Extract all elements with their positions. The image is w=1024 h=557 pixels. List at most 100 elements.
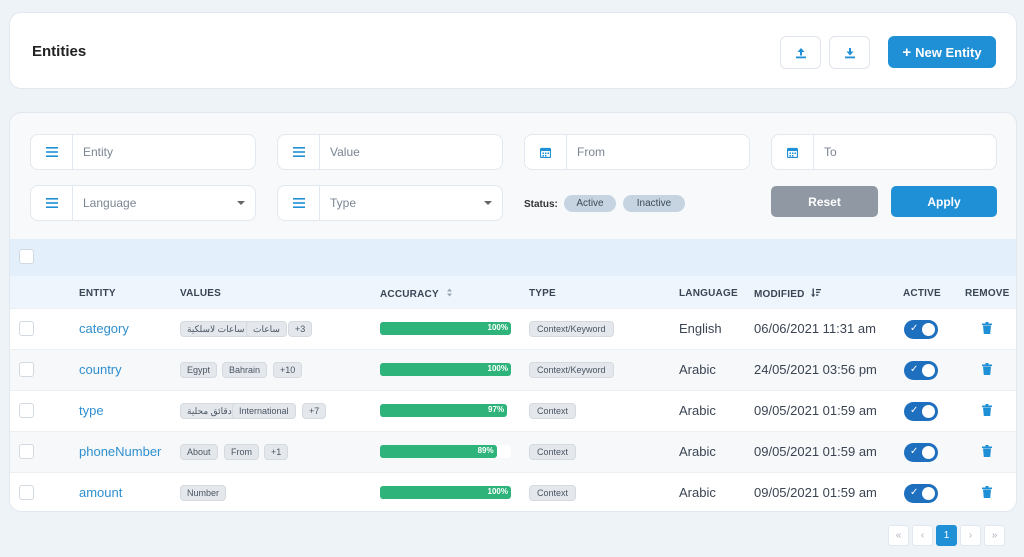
value-filter[interactable]: Value: [277, 134, 503, 170]
entity-link[interactable]: category: [79, 321, 129, 336]
table-row[interactable]: phoneNumber About From +1 89% Context Ar…: [10, 431, 1016, 472]
new-entity-label: New Entity: [915, 44, 982, 60]
from-input[interactable]: From: [567, 145, 749, 159]
header-accuracy[interactable]: ACCURACY: [380, 288, 453, 300]
active-toggle[interactable]: ✓: [904, 402, 938, 421]
new-entity-button[interactable]: + New Entity: [888, 36, 996, 68]
toggle-knob: [922, 323, 935, 336]
to-date-filter[interactable]: To: [771, 134, 997, 170]
language-cell: Arabic: [679, 485, 716, 500]
type-chip: Context: [529, 485, 577, 501]
accuracy-bar-fill: 100%: [380, 486, 511, 499]
download-icon: [844, 47, 855, 58]
sort-descending-icon: [811, 288, 822, 297]
table-row[interactable]: amount Number 100% Context Arabic 09/05/…: [10, 472, 1016, 511]
entity-input[interactable]: Entity: [73, 145, 255, 159]
list-icon: [278, 186, 320, 220]
trash-icon[interactable]: [982, 404, 992, 416]
table-row[interactable]: type دقائق محلية International +7 97% Co…: [10, 390, 1016, 431]
header-remove: REMOVE: [965, 288, 1010, 299]
upload-button[interactable]: [780, 36, 821, 69]
modified-cell: 24/05/2021 03:56 pm: [754, 362, 877, 377]
trash-icon[interactable]: [982, 322, 992, 334]
status-inactive-pill[interactable]: Inactive: [623, 195, 685, 212]
type-chip: Context/Keyword: [529, 321, 614, 337]
header-active: ACTIVE: [903, 288, 941, 299]
more-values-chip: +7: [302, 403, 327, 419]
chevron-down-icon: [484, 201, 492, 205]
reset-button[interactable]: Reset: [771, 186, 878, 217]
table-row[interactable]: category ساعات لاسلكية ساعات +3 100% Con…: [10, 308, 1016, 349]
header-modified[interactable]: MODIFIED: [754, 288, 822, 300]
type-select[interactable]: Type: [277, 185, 503, 221]
accuracy-value: 97%: [488, 405, 505, 414]
entity-link[interactable]: type: [79, 403, 104, 418]
entity-filter[interactable]: Entity: [30, 134, 256, 170]
page-title: Entities: [32, 43, 87, 60]
toggle-knob: [922, 487, 935, 500]
entity-link[interactable]: phoneNumber: [79, 444, 161, 459]
entity-link[interactable]: country: [79, 362, 122, 377]
trash-icon[interactable]: [982, 363, 992, 375]
type-chip: Context: [529, 403, 577, 419]
accuracy-value: 100%: [487, 487, 508, 496]
more-values-chip: +10: [273, 362, 303, 378]
last-page-button[interactable]: »: [984, 525, 1005, 546]
check-icon: ✓: [910, 405, 919, 416]
accuracy-bar-fill: 100%: [380, 363, 511, 376]
modified-cell: 09/05/2021 01:59 am: [754, 485, 877, 500]
type-chip: Context/Keyword: [529, 362, 614, 378]
more-values-chip: +1: [264, 444, 289, 460]
row-checkbox[interactable]: [19, 444, 34, 459]
header-accuracy-label: ACCURACY: [380, 289, 439, 300]
entity-link[interactable]: amount: [79, 485, 122, 500]
table-header: ENTITY VALUES ACCURACY TYPE LANGUAGE MOD…: [10, 276, 1016, 308]
active-toggle[interactable]: ✓: [904, 484, 938, 503]
row-checkbox[interactable]: [19, 362, 34, 377]
row-checkbox[interactable]: [19, 321, 34, 336]
value-input[interactable]: Value: [320, 145, 502, 159]
accuracy-bar: 97%: [380, 404, 511, 417]
accuracy-bar: 89%: [380, 445, 511, 458]
language-cell: Arabic: [679, 362, 716, 377]
trash-icon[interactable]: [982, 445, 992, 457]
row-checkbox[interactable]: [19, 485, 34, 500]
next-page-button[interactable]: ›: [960, 525, 981, 546]
value-chip: ساعات لاسلكية: [180, 321, 252, 337]
toggle-knob: [922, 364, 935, 377]
active-toggle[interactable]: ✓: [904, 443, 938, 462]
header-modified-label: MODIFIED: [754, 289, 805, 300]
type-select-value: Type: [330, 196, 357, 210]
status-active-pill[interactable]: Active: [564, 195, 616, 212]
sort-icon: [446, 288, 452, 297]
page-button-current[interactable]: 1: [936, 525, 957, 546]
value-chip: About: [180, 444, 218, 460]
pagination: « ‹ 1 › »: [888, 525, 1005, 546]
language-cell: Arabic: [679, 403, 716, 418]
header-card: Entities + New Entity: [9, 12, 1017, 89]
value-chip: International: [232, 403, 296, 419]
from-date-filter[interactable]: From: [524, 134, 750, 170]
select-all-checkbox[interactable]: [19, 249, 34, 264]
accuracy-bar-fill: 89%: [380, 445, 497, 458]
apply-button[interactable]: Apply: [891, 186, 997, 217]
language-cell: Arabic: [679, 444, 716, 459]
trash-icon[interactable]: [982, 486, 992, 498]
header-entity[interactable]: ENTITY: [79, 288, 116, 299]
modified-cell: 06/06/2021 11:31 am: [754, 321, 876, 336]
table-row[interactable]: country Egypt Bahrain +10 100% Context/K…: [10, 349, 1016, 390]
download-button[interactable]: [829, 36, 870, 69]
accuracy-bar-fill: 97%: [380, 404, 508, 417]
first-page-button[interactable]: «: [888, 525, 909, 546]
active-toggle[interactable]: ✓: [904, 320, 938, 339]
value-chip: Egypt: [180, 362, 218, 378]
chevron-down-icon: [237, 201, 245, 205]
toggle-knob: [922, 446, 935, 459]
to-input[interactable]: To: [814, 145, 996, 159]
active-toggle[interactable]: ✓: [904, 361, 938, 380]
plus-icon: +: [902, 43, 912, 61]
upload-icon: [795, 47, 806, 58]
row-checkbox[interactable]: [19, 403, 34, 418]
prev-page-button[interactable]: ‹: [912, 525, 933, 546]
language-select[interactable]: Language: [30, 185, 256, 221]
